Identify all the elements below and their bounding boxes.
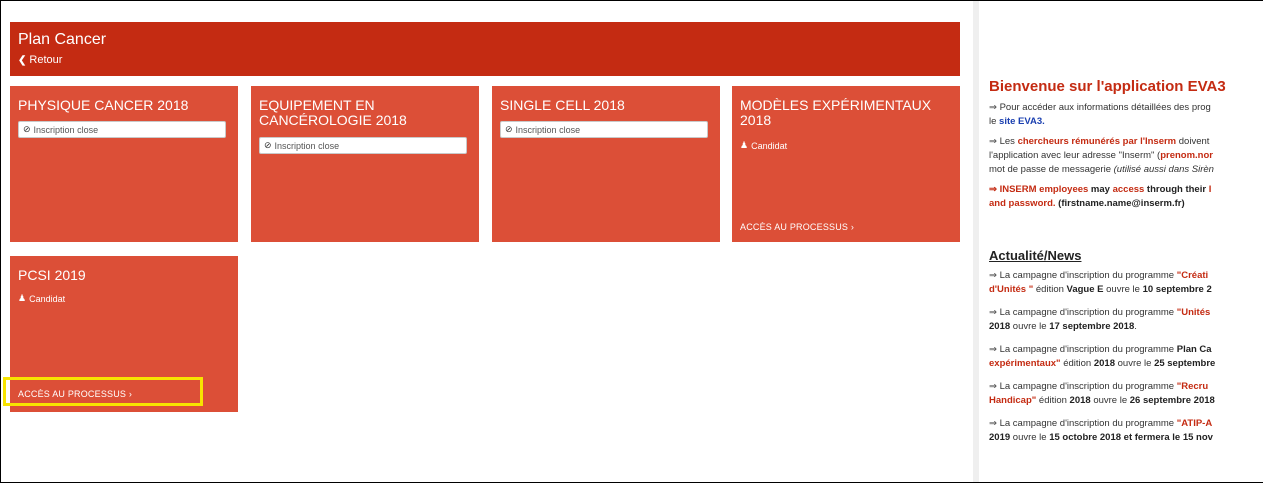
news-item: ⇒ La campagne d'inscription du programme…: [989, 417, 1263, 445]
role-label: ♟ Candidat: [18, 293, 65, 304]
text: 25 septembre: [1154, 358, 1216, 369]
text: 26 septembre 2018: [1129, 395, 1215, 406]
text: doivent: [1176, 136, 1210, 147]
back-link[interactable]: ❮ Retour: [18, 54, 62, 66]
news-item: ⇒ La campagne d'inscription du programme…: [989, 269, 1263, 297]
tile-title: PCSI 2019: [18, 267, 86, 283]
text: expérimentaux": [989, 358, 1061, 369]
text: and password.: [989, 198, 1056, 209]
text: chercheurs rémunérés par l'Inserm: [1017, 136, 1177, 147]
status-badge: ⊘ Inscription close: [500, 121, 708, 138]
text: .: [1134, 321, 1137, 332]
text: I: [1208, 184, 1212, 195]
text: 2018: [1093, 358, 1115, 369]
text: Vague E: [1066, 284, 1104, 295]
text: mot de passe de messagerie: [989, 164, 1114, 175]
role-text: Candidat: [29, 293, 66, 304]
page-title: Plan Cancer: [18, 31, 107, 48]
text: "Créati: [1176, 270, 1209, 281]
news-item: ⇒ La campagne d'inscription du programme…: [989, 380, 1263, 408]
role-text: Candidat: [751, 140, 788, 151]
text: ⇒ La campagne d'inscription du programme: [989, 270, 1177, 281]
text: Plan Ca: [1176, 344, 1212, 355]
program-tile-equipement[interactable]: EQUIPEMENT EN CANCÉROLOGIE 2018 ⊘ Inscri…: [251, 86, 479, 242]
text: le: [989, 116, 1000, 127]
user-icon: ♟: [740, 140, 749, 150]
news-title: Actualité/News: [989, 248, 1082, 263]
highlight-box: [3, 377, 203, 406]
eva3-site-link[interactable]: site EVA3.: [999, 116, 1045, 127]
text: 10 septembre 2: [1142, 284, 1212, 295]
ban-icon: ⊘: [264, 140, 272, 150]
news-item: ⇒ La campagne d'inscription du programme…: [989, 306, 1263, 334]
text: ouvre le: [1090, 395, 1130, 406]
text: (utilisé aussi dans Sirèn: [1113, 164, 1214, 175]
text: ⇒ Les: [989, 136, 1018, 147]
chevron-left-icon: ❮: [18, 54, 27, 66]
text: édition: [1060, 358, 1094, 369]
status-text: Inscription close: [33, 124, 99, 135]
text: ouvre le: [1103, 284, 1143, 295]
tile-title: MODÈLES EXPÉRIMENTAUX 2018: [740, 97, 932, 128]
text: 17 septembre 2018: [1049, 321, 1135, 332]
text: through their: [1144, 184, 1209, 195]
text: ouvre le: [1114, 358, 1155, 369]
program-tile-single-cell[interactable]: SINGLE CELL 2018 ⊘ Inscription close: [492, 86, 720, 242]
text: may: [1088, 184, 1113, 195]
text: 2018: [1069, 395, 1091, 406]
status-badge: ⊘ Inscription close: [18, 121, 226, 138]
text: 15 octobre 2018 et fermera le 15 nov: [1049, 432, 1213, 443]
text: ⇒ La campagne d'inscription du programme: [989, 307, 1177, 318]
text: ⇒ La campagne d'inscription du programme: [989, 418, 1177, 429]
text: "Unités: [1176, 307, 1211, 318]
program-tile-physique-cancer[interactable]: PHYSIQUE CANCER 2018 ⊘ Inscription close: [10, 86, 238, 242]
text: ⇒ INSERM employees: [989, 184, 1089, 195]
text: 2018: [989, 321, 1011, 332]
back-label: Retour: [29, 54, 63, 66]
text: ⇒ Pour accéder aux informations détaillé…: [989, 102, 1211, 113]
info-paragraph-1: ⇒ Pour accéder aux informations détaillé…: [989, 101, 1263, 129]
text: édition: [1033, 284, 1067, 295]
info-paragraph-3: ⇒ INSERM employees may access through th…: [989, 183, 1263, 211]
text: "ATIP-A: [1176, 418, 1213, 429]
welcome-panel: Bienvenue sur l'application EVA3 ⇒ Pour …: [973, 1, 1263, 482]
program-tile-modeles-experimentaux[interactable]: MODÈLES EXPÉRIMENTAUX 2018 ♟ Candidat AC…: [732, 86, 960, 242]
welcome-title: Bienvenue sur l'application EVA3: [989, 78, 1226, 95]
text: (firstname.name@inserm.fr): [1055, 198, 1185, 209]
page-header: Plan Cancer ❮ Retour: [10, 22, 960, 76]
text: ⇒ La campagne d'inscription du programme: [989, 344, 1177, 355]
status-badge: ⊘ Inscription close: [259, 137, 467, 154]
text: l'application avec leur adresse "Inserm"…: [989, 150, 1161, 161]
text: ouvre le: [1010, 432, 1050, 443]
text: ouvre le: [1010, 321, 1050, 332]
text: Handicap": [989, 395, 1037, 406]
text: ⇒ La campagne d'inscription du programme: [989, 381, 1177, 392]
text: access: [1112, 184, 1145, 195]
user-icon: ♟: [18, 293, 27, 303]
text: prenom.nor: [1160, 150, 1213, 161]
access-process-link[interactable]: ACCÈS AU PROCESSUS ›: [740, 222, 854, 232]
tile-title: PHYSIQUE CANCER 2018: [18, 97, 189, 113]
text: d'Unités ": [989, 284, 1034, 295]
text: "Recru: [1176, 381, 1209, 392]
role-label: ♟ Candidat: [740, 140, 787, 151]
ban-icon: ⊘: [23, 124, 31, 134]
ban-icon: ⊘: [505, 124, 513, 134]
text: édition: [1036, 395, 1070, 406]
status-text: Inscription close: [274, 140, 340, 151]
status-text: Inscription close: [515, 124, 581, 135]
tile-title: EQUIPEMENT EN CANCÉROLOGIE 2018: [259, 97, 407, 128]
tile-title: SINGLE CELL 2018: [500, 97, 625, 113]
news-item: ⇒ La campagne d'inscription du programme…: [989, 343, 1263, 371]
info-paragraph-2: ⇒ Les chercheurs rémunérés par l'Inserm …: [989, 135, 1263, 177]
text: 2019: [989, 432, 1011, 443]
